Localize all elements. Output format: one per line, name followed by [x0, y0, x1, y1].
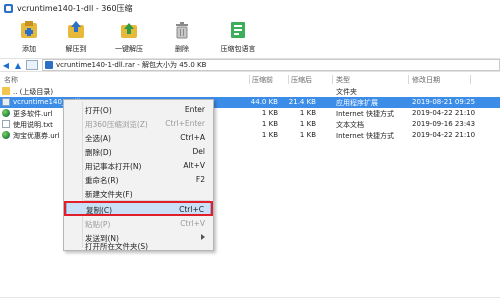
- column-divider[interactable]: [249, 75, 250, 84]
- file-type: 文本文档: [336, 121, 364, 129]
- file-name: 淘宝优惠券.url: [13, 132, 60, 140]
- address-bar: ◀ ▲ vcruntime140-1-dll.rar - 解包大小为 45.0 …: [0, 58, 500, 72]
- file-name: 使用说明.txt: [13, 121, 53, 129]
- menu-item-label: 删除(D): [85, 148, 112, 157]
- extract-to-button[interactable]: 解压到: [52, 16, 100, 57]
- app-window: vcruntime140-1-dll - 360压缩 添加 解压到 一键解压 删…: [0, 0, 500, 302]
- menu-item-shortcut: Ctrl+V: [180, 219, 205, 228]
- address-field[interactable]: vcruntime140-1-dll.rar - 解包大小为 45.0 KB: [42, 59, 500, 71]
- view-mode-icon[interactable]: [26, 60, 38, 70]
- file-name: 更多软件.url: [13, 110, 53, 118]
- internet-shortcut-icon: [2, 131, 10, 139]
- menu-item-label: 打开所在文件夹(S): [85, 242, 149, 251]
- column-modified[interactable]: 修改日期: [412, 75, 440, 85]
- file-compressed-size: 1 KB: [261, 120, 278, 128]
- menu-item-label: 用360压缩浏览(Z): [85, 120, 148, 129]
- add-button[interactable]: 添加: [6, 16, 52, 57]
- menu-item-shortcut: Enter: [184, 105, 205, 114]
- column-compressed[interactable]: 压缩前: [252, 75, 273, 85]
- archive-language-button[interactable]: 压缩包语言: [206, 16, 270, 57]
- file-type: Internet 快捷方式: [336, 132, 395, 140]
- delete-icon: [176, 22, 188, 39]
- archive-language-label: 压缩包语言: [220, 45, 256, 53]
- menu-item-new-folder[interactable]: 新建文件夹(F): [66, 187, 211, 200]
- toolbar: 添加 解压到 一键解压 删除 压缩包语言: [0, 16, 500, 57]
- add-archive-icon: [21, 21, 37, 38]
- file-type: 文件夹: [336, 88, 357, 96]
- file-modified: 2019-04-22 21:10: [412, 109, 476, 117]
- column-header: 名称 压缩前 压缩后 类型 修改日期: [0, 74, 500, 85]
- extract-to-icon: [68, 21, 84, 38]
- menu-item-delete[interactable]: 删除(D) Del: [66, 145, 211, 158]
- menu-item-select-all[interactable]: 全选(A) Ctrl+A: [66, 131, 211, 144]
- menu-item-shortcut: F2: [195, 175, 205, 184]
- file-compressed-size: 1 KB: [261, 131, 278, 139]
- delete-button[interactable]: 删除: [158, 16, 206, 57]
- column-divider[interactable]: [470, 75, 471, 84]
- text-file-icon: [2, 120, 10, 128]
- column-divider[interactable]: [332, 75, 333, 84]
- context-menu: 打开(O) Enter 用360压缩浏览(Z) Ctrl+Enter 全选(A)…: [63, 99, 214, 251]
- menu-item-paste: 粘贴(P) Ctrl+V: [66, 217, 211, 230]
- file-original-size: 1 KB: [299, 131, 316, 139]
- menu-item-shortcut: Alt+V: [183, 161, 205, 170]
- archive-icon: [45, 61, 53, 69]
- window-title: vcruntime140-1-dll - 360压缩: [17, 3, 133, 13]
- menu-item-browse-360: 用360压缩浏览(Z) Ctrl+Enter: [66, 117, 211, 130]
- menu-item-label: 重命名(R): [85, 176, 119, 185]
- back-arrow-icon[interactable]: ◀: [0, 59, 12, 71]
- column-name[interactable]: 名称: [4, 75, 18, 85]
- menu-item-shortcut: Ctrl+A: [180, 133, 205, 142]
- extract-to-label: 解压到: [65, 45, 87, 53]
- app-logo-icon: [4, 3, 13, 13]
- one-click-extract-label: 一键解压: [115, 45, 143, 53]
- file-compressed-size: 44.0 KB: [250, 98, 278, 106]
- table-row[interactable]: .. (上级目录) 文件夹: [0, 86, 500, 97]
- column-divider[interactable]: [408, 75, 409, 84]
- address-text: vcruntime140-1-dll.rar - 解包大小为 45.0 KB: [56, 61, 207, 69]
- file-modified: 2019-08-21 09:25: [412, 98, 476, 106]
- file-modified: 2019-04-22 21:10: [412, 131, 476, 139]
- add-label: 添加: [22, 45, 36, 53]
- column-divider[interactable]: [288, 75, 289, 84]
- menu-item-label: 粘贴(P): [85, 220, 111, 229]
- internet-shortcut-icon: [2, 109, 10, 117]
- column-original[interactable]: 压缩后: [291, 75, 312, 85]
- title-bar: vcruntime140-1-dll - 360压缩: [0, 0, 500, 16]
- dll-file-icon: [2, 98, 10, 106]
- up-arrow-icon[interactable]: ▲: [12, 59, 24, 71]
- delete-label: 删除: [175, 45, 189, 53]
- menu-item-label: 打开(O): [85, 106, 112, 115]
- status-divider: [0, 297, 500, 298]
- menu-item-open-folder[interactable]: 打开所在文件夹(S): [66, 240, 211, 251]
- copy-highlight-frame: [64, 201, 213, 216]
- one-click-extract-button[interactable]: 一键解压: [100, 16, 158, 57]
- menu-item-label: 新建文件夹(F): [85, 190, 133, 199]
- archive-language-icon: [231, 22, 245, 38]
- file-name: .. (上级目录): [13, 88, 54, 96]
- file-compressed-size: 1 KB: [261, 109, 278, 117]
- menu-item-rename[interactable]: 重命名(R) F2: [66, 173, 211, 186]
- menu-item-open-notepad[interactable]: 用记事本打开(N) Alt+V: [66, 159, 211, 172]
- file-original-size: 1 KB: [299, 109, 316, 117]
- file-original-size: 1 KB: [299, 120, 316, 128]
- column-type[interactable]: 类型: [336, 75, 350, 85]
- folder-icon: [2, 87, 10, 95]
- file-modified: 2019-09-16 23:43: [412, 120, 476, 128]
- menu-item-shortcut: Del: [192, 147, 205, 156]
- file-original-size: 21.4 KB: [288, 98, 316, 106]
- menu-item-shortcut: Ctrl+Enter: [165, 119, 205, 128]
- file-type: 应用程序扩展: [336, 99, 378, 107]
- one-click-extract-icon: [121, 23, 137, 38]
- menu-item-label: 用记事本打开(N): [85, 162, 142, 171]
- menu-item-label: 全选(A): [85, 134, 111, 143]
- file-type: Internet 快捷方式: [336, 110, 395, 118]
- menu-item-open[interactable]: 打开(O) Enter: [66, 103, 211, 116]
